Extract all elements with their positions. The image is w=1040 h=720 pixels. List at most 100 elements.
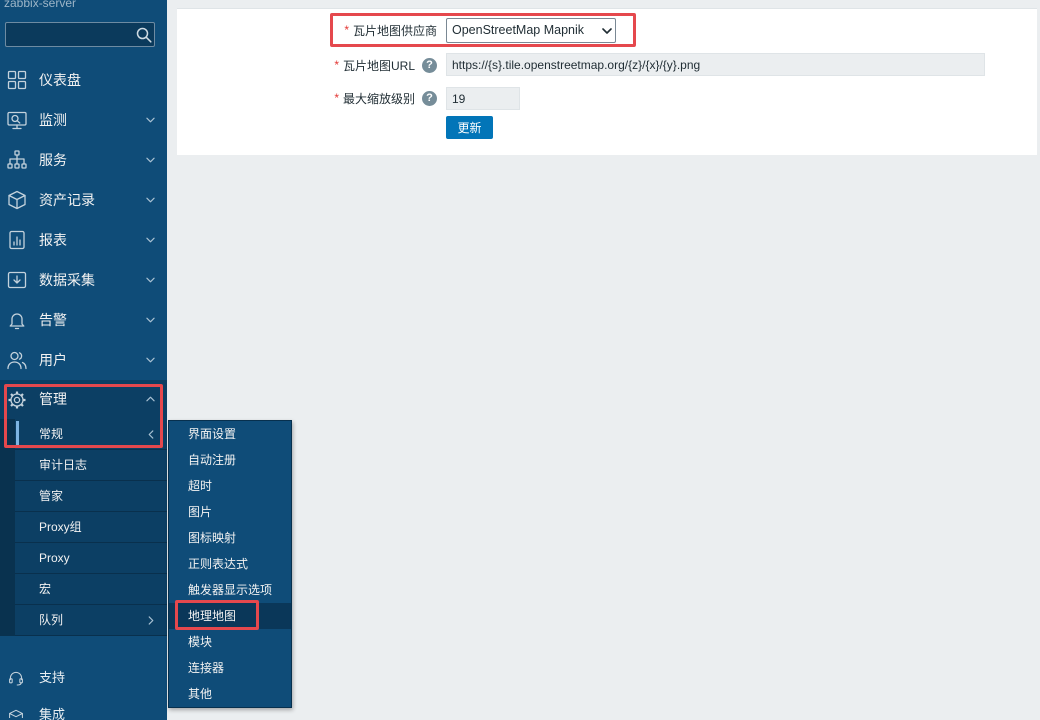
flyout-item-label: 连接器 bbox=[188, 661, 225, 675]
search-icon[interactable] bbox=[136, 27, 152, 43]
tile-provider-selected-value: OpenStreetMap Mapnik bbox=[452, 23, 585, 37]
flyout-item-autoregistration[interactable]: 自动注册 bbox=[169, 447, 291, 473]
menu-item-label: 用户 bbox=[39, 352, 67, 368]
submenu-item-housekeeping[interactable]: 管家 bbox=[15, 481, 167, 512]
geomaps-form: * 瓦片地图供应商 OpenStreetMap Mapnik * 瓦片地图URL… bbox=[177, 8, 1037, 155]
menu-item-label: 告警 bbox=[39, 312, 67, 328]
monitoring-icon bbox=[7, 111, 27, 130]
chevron-right-icon bbox=[148, 616, 154, 625]
menu-item-support[interactable]: 支持 bbox=[0, 660, 167, 696]
flyout-item-gui[interactable]: 界面设置 bbox=[169, 421, 291, 447]
dashboard-icon bbox=[7, 70, 27, 90]
menu-item-label: 监测 bbox=[39, 112, 67, 128]
required-mark: * bbox=[344, 23, 349, 37]
menu-item-inventory[interactable]: 资产记录 bbox=[0, 180, 167, 220]
chevron-up-icon bbox=[146, 396, 155, 402]
submenu-item-label: Proxy bbox=[39, 551, 70, 565]
update-button[interactable]: 更新 bbox=[446, 116, 493, 139]
flyout-item-modules[interactable]: 模块 bbox=[169, 629, 291, 655]
flyout-item-label: 模块 bbox=[188, 635, 213, 649]
chevron-down-icon bbox=[146, 317, 155, 323]
submenu-item-label: 管家 bbox=[39, 489, 64, 503]
menu-item-label: 资产记录 bbox=[39, 192, 95, 208]
menu-item-label: 服务 bbox=[39, 152, 67, 168]
menu-item-label: 管理 bbox=[39, 391, 67, 407]
tile-url-input[interactable] bbox=[446, 53, 985, 76]
submenu-item-audit-log[interactable]: 审计日志 bbox=[15, 450, 167, 481]
integrations-icon bbox=[9, 709, 23, 718]
flyout-item-label: 地理地图 bbox=[188, 609, 237, 623]
help-icon[interactable]: ? bbox=[422, 90, 437, 106]
gear-icon bbox=[8, 391, 26, 409]
flyout-item-trigger-display-options[interactable]: 触发器显示选项 bbox=[169, 577, 291, 603]
flyout-item-regular-expressions[interactable]: 正则表达式 bbox=[169, 551, 291, 577]
search-input[interactable] bbox=[10, 25, 128, 44]
submenu-item-macros[interactable]: 宏 bbox=[15, 574, 167, 605]
flyout-item-connectors[interactable]: 连接器 bbox=[169, 655, 291, 681]
active-indicator bbox=[16, 421, 19, 447]
tile-provider-select[interactable]: OpenStreetMap Mapnik bbox=[446, 18, 616, 43]
flyout-item-label: 自动注册 bbox=[188, 453, 237, 467]
menu-item-administration[interactable]: 管理 bbox=[0, 380, 167, 419]
flyout-item-geographical-maps[interactable]: 地理地图 bbox=[169, 603, 291, 629]
menu-item-alerts[interactable]: 告警 bbox=[0, 300, 167, 340]
tile-provider-label-text: 瓦片地图供应商 bbox=[352, 23, 437, 38]
data-collection-icon bbox=[7, 271, 27, 289]
submenu-item-queue[interactable]: 队列 bbox=[15, 605, 167, 636]
menu-item-users[interactable]: 用户 bbox=[0, 340, 167, 380]
sidebar: zabbix-server 仪表盘 监测 服务 资产记录 报表 数据采集 告警 … bbox=[0, 0, 167, 720]
services-icon bbox=[7, 150, 27, 169]
administration-group: 管理 常规 审计日志 管家 Proxy组 Proxy 宏 队列 bbox=[0, 380, 167, 636]
server-name: zabbix-server bbox=[4, 0, 77, 8]
submenu-item-label: 队列 bbox=[39, 613, 64, 627]
chevron-down-icon bbox=[146, 117, 155, 123]
menu-item-services[interactable]: 服务 bbox=[0, 140, 167, 180]
menu-item-label: 仪表盘 bbox=[39, 72, 81, 88]
chevron-down-icon bbox=[146, 157, 155, 163]
flyout-item-label: 正则表达式 bbox=[188, 557, 249, 571]
help-icon[interactable]: ? bbox=[422, 57, 437, 73]
flyout-item-label: 其他 bbox=[188, 687, 213, 701]
menu-item-reports[interactable]: 报表 bbox=[0, 220, 167, 260]
menu-item-label: 集成 bbox=[39, 707, 66, 720]
flyout-item-label: 界面设置 bbox=[188, 427, 237, 441]
menu-item-monitoring[interactable]: 监测 bbox=[0, 100, 167, 140]
flyout-item-label: 超时 bbox=[188, 479, 213, 493]
flyout-item-label: 图片 bbox=[188, 505, 213, 519]
search-box[interactable] bbox=[5, 22, 155, 47]
menu-item-integrations[interactable]: 集成 bbox=[0, 700, 167, 720]
max-zoom-input[interactable] bbox=[446, 87, 520, 110]
flyout-item-icon-mapping[interactable]: 图标映射 bbox=[169, 525, 291, 551]
inventory-icon bbox=[8, 190, 26, 210]
flyout-item-other[interactable]: 其他 bbox=[169, 681, 291, 707]
menu-item-data-collection[interactable]: 数据采集 bbox=[0, 260, 167, 300]
chevron-down-icon bbox=[146, 197, 155, 203]
tile-url-label-text: 瓦片地图URL bbox=[342, 58, 415, 73]
submenu-item-label: 审计日志 bbox=[39, 458, 88, 472]
tile-provider-label: * 瓦片地图供应商 bbox=[177, 20, 437, 40]
users-icon bbox=[7, 351, 27, 370]
submenu-item-label: 宏 bbox=[39, 582, 52, 596]
flyout-item-timeouts[interactable]: 超时 bbox=[169, 473, 291, 499]
alerts-icon bbox=[9, 313, 25, 330]
general-flyout-menu: 界面设置 自动注册 超时 图片 图标映射 正则表达式 触发器显示选项 地理地图 … bbox=[168, 420, 292, 708]
chevron-down-icon bbox=[602, 28, 612, 34]
flyout-item-label: 触发器显示选项 bbox=[188, 583, 273, 597]
submenu-item-label: Proxy组 bbox=[39, 520, 82, 534]
menu-item-label: 报表 bbox=[39, 232, 67, 248]
chevron-down-icon bbox=[146, 357, 155, 363]
submenu-item-label: 常规 bbox=[39, 427, 64, 441]
submenu-indent-strip bbox=[0, 419, 15, 636]
menu-item-dashboard[interactable]: 仪表盘 bbox=[0, 60, 167, 100]
submenu-item-proxy-groups[interactable]: Proxy组 bbox=[15, 512, 167, 543]
required-mark: * bbox=[334, 58, 339, 72]
submenu-item-general[interactable]: 常规 bbox=[15, 419, 167, 450]
submenu-item-proxies[interactable]: Proxy bbox=[15, 543, 167, 574]
required-mark: * bbox=[334, 91, 339, 105]
menu-item-label: 支持 bbox=[39, 670, 66, 685]
flyout-item-images[interactable]: 图片 bbox=[169, 499, 291, 525]
chevron-left-icon bbox=[148, 430, 154, 439]
max-zoom-label: * 最大缩放级别 ? bbox=[177, 88, 437, 108]
menu-item-label: 数据采集 bbox=[39, 272, 95, 288]
max-zoom-label-text: 最大缩放级别 bbox=[342, 91, 415, 106]
